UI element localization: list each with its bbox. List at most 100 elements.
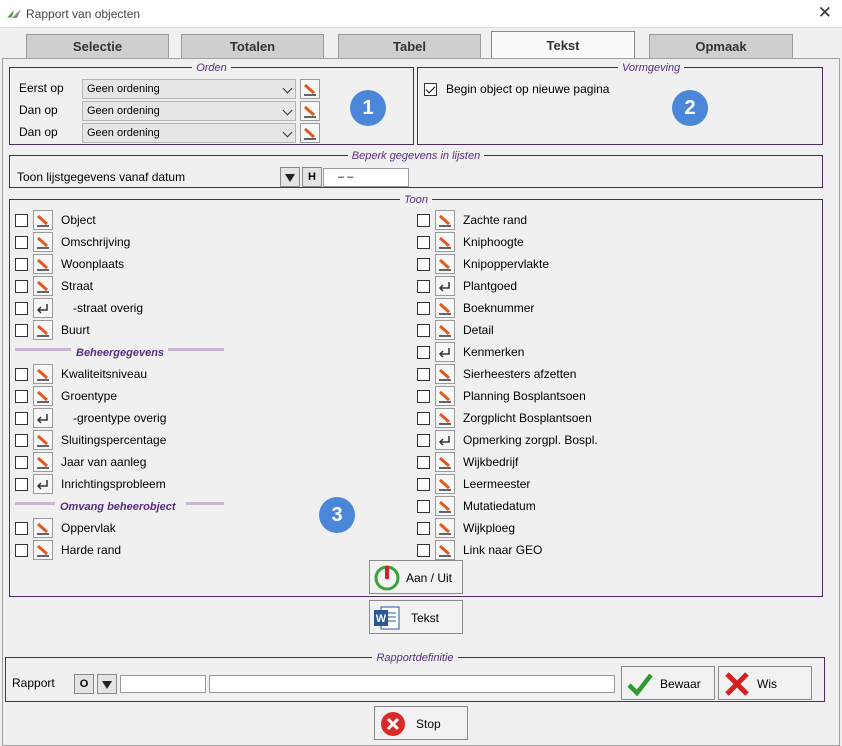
field-edit-button[interactable] — [435, 210, 455, 230]
order-select-3[interactable]: Geen ordening — [82, 123, 296, 143]
tab-tekst[interactable]: Tekst — [491, 31, 635, 59]
field-edit-button[interactable] — [435, 408, 455, 428]
field-checkbox[interactable] — [417, 390, 430, 403]
field-return-button[interactable] — [435, 342, 455, 362]
field-edit-button[interactable] — [435, 386, 455, 406]
field-return-button[interactable] — [33, 408, 53, 428]
field-label: Detail — [463, 323, 494, 337]
field-checkbox[interactable] — [15, 544, 28, 557]
field-checkbox[interactable] — [15, 302, 28, 315]
field-return-button[interactable] — [33, 474, 53, 494]
field-checkbox[interactable] — [417, 236, 430, 249]
field-checkbox[interactable] — [417, 500, 430, 513]
field-edit-button[interactable] — [33, 386, 53, 406]
field-checkbox[interactable] — [15, 280, 28, 293]
field-checkbox[interactable] — [15, 434, 28, 447]
field-checkbox[interactable] — [417, 368, 430, 381]
field-label: Kenmerken — [463, 345, 525, 359]
field-edit-button[interactable] — [435, 540, 455, 560]
field-edit-button[interactable] — [435, 320, 455, 340]
field-checkbox[interactable] — [417, 456, 430, 469]
field-checkbox[interactable] — [417, 434, 430, 447]
field-edit-button[interactable] — [435, 232, 455, 252]
field-label: Groentype — [61, 389, 118, 403]
field-checkbox[interactable] — [417, 412, 430, 425]
save-button[interactable]: Bewaar — [621, 666, 715, 700]
field-checkbox[interactable] — [417, 324, 430, 337]
field-label: Plantgoed — [463, 279, 518, 293]
field-return-button[interactable] — [33, 298, 53, 318]
field-edit-button[interactable] — [435, 364, 455, 384]
field-checkbox[interactable] — [15, 236, 28, 249]
open-button[interactable]: O — [74, 674, 94, 694]
field-edit-button[interactable] — [33, 518, 53, 538]
field-edit-button[interactable] — [33, 364, 53, 384]
field-edit-button[interactable] — [435, 452, 455, 472]
field-edit-button[interactable] — [435, 254, 455, 274]
field-edit-button[interactable] — [33, 540, 53, 560]
field-edit-button[interactable] — [33, 430, 53, 450]
clear-button[interactable]: Wis — [718, 666, 812, 700]
field-checkbox[interactable] — [15, 324, 28, 337]
tekst-button-label: Tekst — [411, 611, 440, 625]
field-checkbox[interactable] — [417, 280, 430, 293]
field-return-button[interactable] — [435, 430, 455, 450]
order-select-2[interactable]: Geen ordening — [82, 101, 296, 121]
order-edit-button-2[interactable] — [300, 101, 320, 121]
pencil-icon — [304, 105, 316, 118]
h-button[interactable]: H — [302, 167, 322, 187]
pencil-icon — [37, 258, 49, 271]
pencil-icon — [439, 544, 451, 557]
field-edit-button[interactable] — [33, 320, 53, 340]
field-edit-button[interactable] — [435, 496, 455, 516]
report-name-input[interactable] — [209, 675, 615, 693]
stop-button[interactable]: Stop — [374, 706, 468, 740]
divider — [15, 502, 55, 505]
field-edit-button[interactable] — [435, 474, 455, 494]
order-edit-button-3[interactable] — [300, 123, 320, 143]
field-checkbox[interactable] — [15, 390, 28, 403]
field-checkbox[interactable] — [15, 478, 28, 491]
field-edit-button[interactable] — [435, 298, 455, 318]
tab-opmaak[interactable]: Opmaak — [649, 34, 793, 58]
field-edit-button[interactable] — [33, 276, 53, 296]
field-checkbox[interactable] — [417, 302, 430, 315]
vormgeving-legend: Vormgeving — [618, 62, 685, 74]
order-select-1[interactable]: Geen ordening — [82, 79, 296, 99]
field-checkbox[interactable] — [417, 214, 430, 227]
tab-totalen[interactable]: Totalen — [181, 34, 324, 58]
field-checkbox[interactable] — [417, 522, 430, 535]
report-code-input[interactable] — [120, 675, 206, 693]
report-dropdown-button[interactable] — [97, 674, 117, 694]
date-filter-label: Toon lijstgegevens vanaf datum — [17, 170, 186, 184]
field-edit-button[interactable] — [33, 232, 53, 252]
return-arrow-icon — [36, 480, 48, 490]
field-return-button[interactable] — [435, 276, 455, 296]
field-edit-button[interactable] — [33, 210, 53, 230]
field-checkbox[interactable] — [15, 258, 28, 271]
field-label: Sluitingspercentage — [61, 433, 167, 447]
field-checkbox[interactable] — [417, 478, 430, 491]
field-checkbox[interactable] — [417, 346, 430, 359]
close-icon[interactable]: ✕ — [818, 3, 832, 23]
field-checkbox[interactable] — [15, 214, 28, 227]
toggle-all-button[interactable]: Aan / Uit — [369, 560, 463, 594]
tab-selectie[interactable]: Selectie — [26, 34, 169, 58]
tab-tabel[interactable]: Tabel — [338, 34, 481, 58]
field-edit-button[interactable] — [33, 452, 53, 472]
date-dropdown-button[interactable] — [280, 167, 300, 187]
pencil-icon — [37, 522, 49, 535]
field-checkbox[interactable] — [15, 412, 28, 425]
field-checkbox[interactable] — [15, 522, 28, 535]
order-edit-button-1[interactable] — [300, 79, 320, 99]
field-checkbox[interactable] — [15, 456, 28, 469]
field-checkbox[interactable] — [417, 544, 430, 557]
tekst-button[interactable]: W Tekst — [369, 600, 463, 634]
field-checkbox[interactable] — [15, 368, 28, 381]
field-checkbox[interactable] — [417, 258, 430, 271]
pencil-icon — [37, 236, 49, 249]
new-page-checkbox[interactable] — [424, 83, 437, 96]
field-edit-button[interactable] — [33, 254, 53, 274]
date-input[interactable]: – – — [323, 168, 409, 187]
field-edit-button[interactable] — [435, 518, 455, 538]
